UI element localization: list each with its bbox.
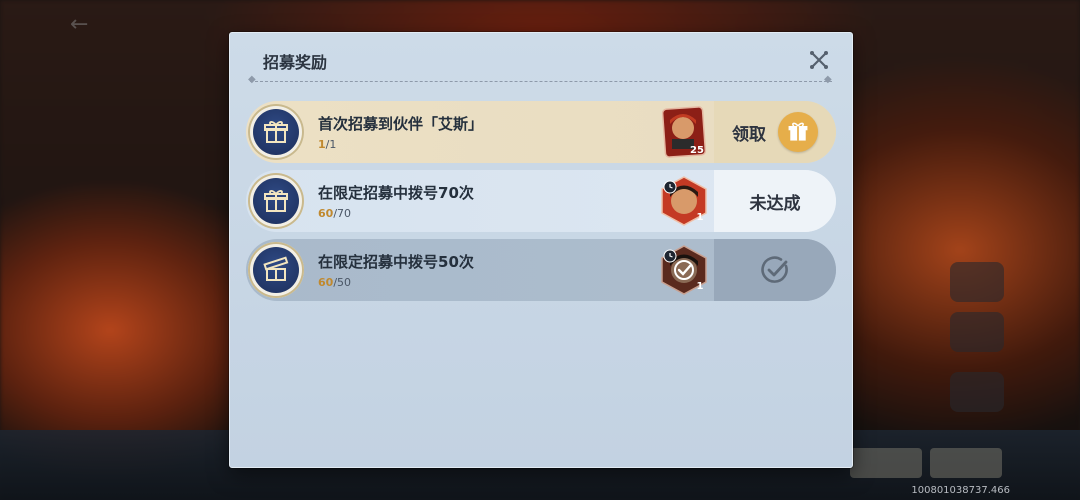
gift-badge bbox=[248, 173, 304, 229]
background-side-button bbox=[950, 262, 1004, 302]
avatar-level: 1 bbox=[697, 212, 704, 223]
partner-hex-avatar: 1 bbox=[661, 245, 707, 295]
partner-hex-avatar: 1 bbox=[661, 176, 707, 226]
progress-current: 60 bbox=[318, 207, 334, 220]
reward-progress: 60/70 bbox=[318, 207, 351, 220]
claim-label: 领取 bbox=[732, 124, 766, 145]
reward-row: 首次招募到伙伴「艾斯」 1/1 25 领取 bbox=[246, 101, 836, 163]
recruit-reward-dialog: 招募奖励 ◆ ◆ 首次招募到伙伴「艾斯」 1/1 25 领取 在限定招募中拨号7… bbox=[229, 32, 853, 468]
background-side-button bbox=[950, 312, 1004, 352]
avatar-level: 25 bbox=[690, 145, 704, 156]
avatar-level: 1 bbox=[697, 281, 704, 292]
gift-badge bbox=[248, 104, 304, 160]
progress-total: /1 bbox=[325, 138, 337, 151]
claimed-check-icon bbox=[761, 256, 788, 283]
not-achieved-label: 未达成 bbox=[749, 193, 801, 214]
progress-current: 1 bbox=[318, 138, 326, 151]
not-achieved-status: 未达成 bbox=[714, 170, 836, 232]
background-bottom-button bbox=[850, 448, 922, 478]
background-bottom-button bbox=[930, 448, 1002, 478]
claimed-status bbox=[714, 239, 836, 301]
reward-row: 在限定招募中拨号70次 60/70 1 未达成 bbox=[246, 170, 836, 232]
reward-title: 首次招募到伙伴「艾斯」 bbox=[318, 115, 484, 133]
partner-card-avatar: 25 bbox=[661, 106, 707, 158]
gift-icon bbox=[264, 121, 288, 143]
progress-total: /50 bbox=[333, 276, 352, 289]
version-text: 100801038737.466 bbox=[911, 485, 1010, 496]
reward-title: 在限定招募中拨号70次 bbox=[318, 184, 474, 202]
close-icon[interactable] bbox=[808, 49, 830, 71]
gift-icon bbox=[778, 112, 818, 152]
gift-icon bbox=[264, 190, 288, 212]
progress-total: /70 bbox=[333, 207, 352, 220]
reward-title: 在限定招募中拨号50次 bbox=[318, 253, 474, 271]
gift-badge bbox=[248, 242, 304, 298]
reward-progress: 60/50 bbox=[318, 276, 351, 289]
background-back-arrow-icon: ← bbox=[70, 12, 89, 37]
reward-progress: 1/1 bbox=[318, 138, 336, 151]
divider-ornament-icon: ◆ bbox=[824, 74, 832, 85]
progress-current: 60 bbox=[318, 276, 334, 289]
reward-row: 在限定招募中拨号50次 60/50 1 bbox=[246, 239, 836, 301]
title-divider bbox=[250, 81, 832, 82]
opened-gift-icon bbox=[263, 256, 289, 281]
claim-button[interactable]: 领取 bbox=[714, 101, 836, 163]
background-side-button bbox=[950, 372, 1004, 412]
dialog-title: 招募奖励 bbox=[263, 53, 328, 72]
divider-ornament-icon: ◆ bbox=[248, 74, 256, 85]
